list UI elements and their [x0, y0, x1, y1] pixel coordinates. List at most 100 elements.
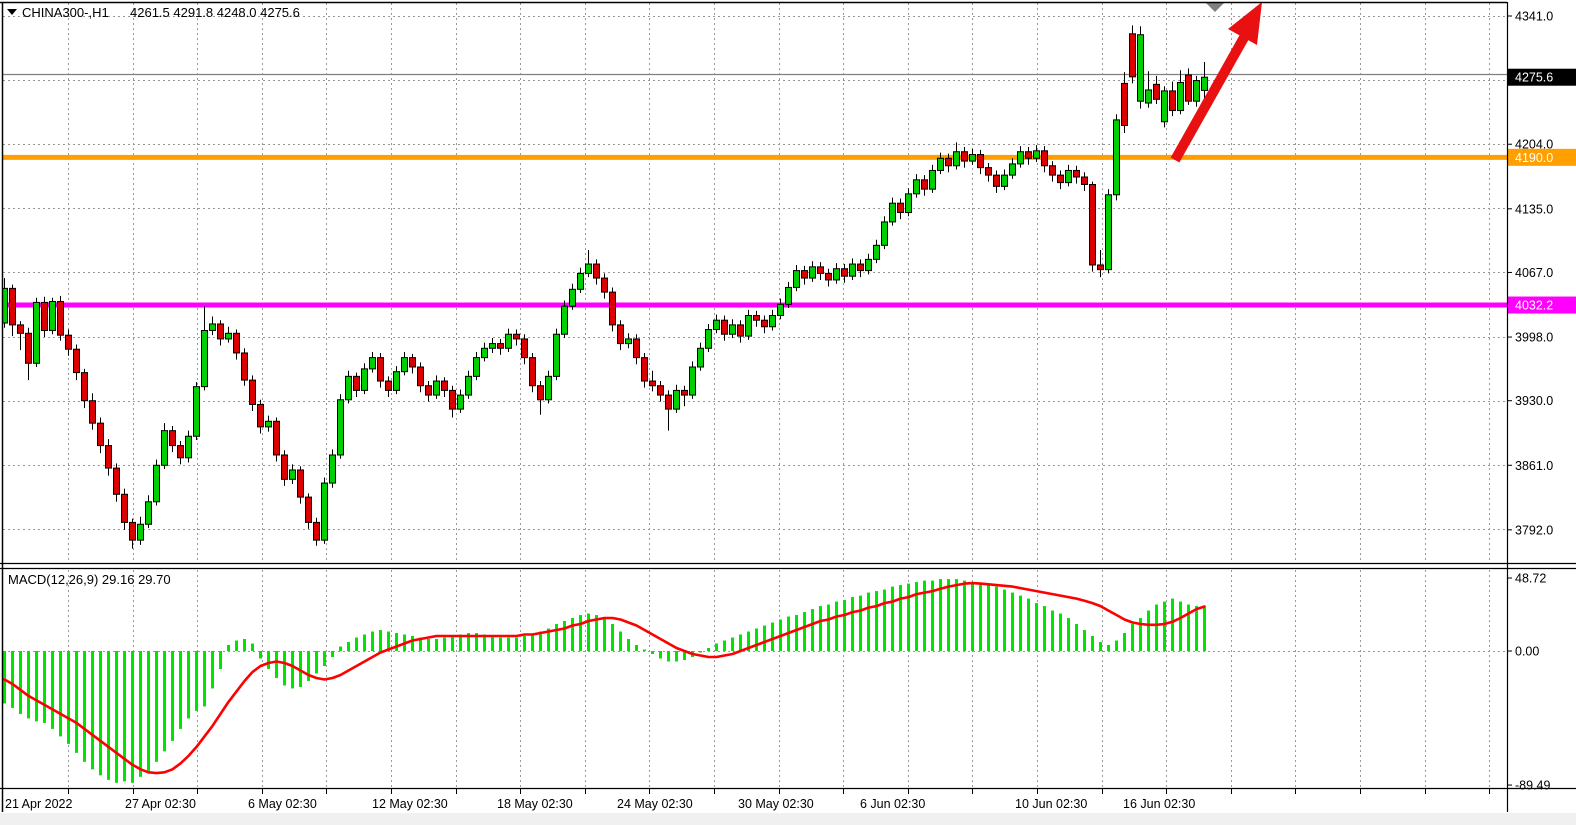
candle-body [898, 203, 904, 212]
macd-axis-label[interactable]: 0.00 [1515, 645, 1539, 659]
candle-body [514, 334, 520, 339]
candle-body [146, 502, 152, 524]
candle-body [1018, 152, 1024, 164]
trading-chart-window: 4341.04204.04135.04067.03998.03930.03861… [0, 0, 1576, 825]
macd-histogram-bar [1003, 590, 1006, 651]
candle-body [1202, 77, 1208, 90]
time-axis-label[interactable]: 24 May 02:30 [617, 797, 693, 811]
candle-body [746, 316, 752, 337]
candle-body [610, 292, 616, 325]
price-axis-label[interactable]: 4341.0 [1515, 10, 1553, 24]
price-axis-label[interactable]: 3998.0 [1515, 331, 1553, 345]
macd-histogram-bar [803, 612, 806, 651]
macd-histogram-bar [499, 638, 502, 651]
macd-histogram-bar [755, 629, 758, 651]
macd-histogram-bar [43, 651, 46, 723]
time-axis-label[interactable]: 18 May 02:30 [497, 797, 573, 811]
macd-histogram-bar [979, 584, 982, 651]
time-axis-label[interactable]: 21 Apr 2022 [5, 797, 72, 811]
macd-histogram-bar [675, 651, 678, 661]
candle-body [138, 524, 144, 540]
macd-histogram-bar [643, 650, 646, 651]
price-axis-label[interactable]: 3930.0 [1515, 394, 1553, 408]
macd-axis-label[interactable]: 48.72 [1515, 572, 1546, 586]
macd-histogram-bar [355, 638, 358, 651]
macd-histogram-bar [363, 635, 366, 651]
price-axis-label[interactable]: 4067.0 [1515, 266, 1553, 280]
time-axis-label[interactable]: 12 May 02:30 [372, 797, 448, 811]
macd-histogram-bar [3, 651, 6, 703]
macd-histogram-bar [603, 618, 606, 651]
candle-body [234, 333, 240, 353]
time-axis-label[interactable]: 16 Jun 02:30 [1123, 797, 1195, 811]
candle-body [130, 522, 136, 540]
macd-histogram-bar [899, 585, 902, 651]
candle-body [1138, 35, 1144, 101]
macd-histogram-bar [451, 636, 454, 651]
macd-histogram-bar [987, 585, 990, 651]
macd-histogram-bar [187, 651, 190, 718]
macd-histogram-bar [179, 651, 182, 729]
macd-histogram-bar [1131, 624, 1134, 651]
time-axis-label[interactable]: 30 May 02:30 [738, 797, 814, 811]
macd-histogram-bar [339, 647, 342, 651]
time-axis-label[interactable]: 6 Jun 02:30 [860, 797, 925, 811]
candle-body [1058, 175, 1064, 182]
macd-histogram-bar [1059, 614, 1062, 651]
macd-histogram-bar [555, 624, 558, 651]
time-axis-label[interactable]: 10 Jun 02:30 [1015, 797, 1087, 811]
macd-histogram-bar [291, 651, 294, 688]
candle-body [90, 401, 96, 423]
candle-body [1178, 82, 1184, 110]
candle-body [682, 390, 688, 395]
candle-body [58, 301, 64, 335]
macd-histogram-bar [1123, 633, 1126, 651]
macd-histogram-bar [267, 651, 270, 669]
candle-body [1106, 195, 1112, 270]
candle-body [794, 271, 800, 288]
candle-body [1034, 151, 1040, 158]
candle-body [522, 339, 528, 358]
time-axis-label[interactable]: 6 May 02:30 [248, 797, 317, 811]
macd-histogram-bar [707, 648, 710, 651]
price-axis-label[interactable]: 3792.0 [1515, 523, 1553, 537]
macd-histogram-bar [579, 615, 582, 651]
candle-body [178, 446, 184, 458]
macd-histogram-bar [1171, 599, 1174, 651]
macd-histogram-bar [83, 651, 86, 762]
macd-histogram-bar [251, 644, 254, 651]
candle-body [34, 302, 40, 363]
candle-body [650, 381, 656, 386]
candle-body [442, 381, 448, 390]
macd-histogram-bar [1019, 596, 1022, 651]
macd-indicator-label: MACD(12,26,9) 29.16 29.70 [8, 572, 171, 587]
macd-histogram-bar [35, 651, 38, 721]
macd-histogram-bar [843, 600, 846, 651]
macd-histogram-bar [203, 651, 206, 706]
price-axis-label[interactable]: 3861.0 [1515, 459, 1553, 473]
candle-body [194, 387, 200, 437]
candle-body [602, 278, 608, 292]
candle-body [418, 367, 424, 386]
macd-axis-label[interactable]: -89.49 [1515, 779, 1550, 793]
macd-histogram-bar [635, 645, 638, 651]
resistance-price-tag-label: 4190.0 [1515, 151, 1553, 165]
macd-histogram-bar [1195, 606, 1198, 651]
macd-histogram-bar [883, 590, 886, 651]
candle-body [1122, 83, 1128, 125]
candle-body [634, 339, 640, 358]
chart-title-symbol: CHINA300-,H1 [22, 5, 109, 20]
bottom-scrollbar-strip[interactable] [0, 813, 1576, 825]
chart-canvas[interactable]: 4341.04204.04135.04067.03998.03930.03861… [0, 0, 1576, 825]
candle-body [882, 222, 888, 245]
macd-histogram-bar [859, 596, 862, 651]
candle-body [594, 264, 600, 278]
macd-histogram-bar [75, 651, 78, 753]
price-axis-label[interactable]: 4135.0 [1515, 202, 1553, 216]
macd-histogram-bar [587, 614, 590, 651]
candle-body [74, 349, 80, 372]
candle-body [946, 158, 952, 165]
time-axis-label[interactable]: 27 Apr 02:30 [125, 797, 196, 811]
macd-histogram-bar [395, 633, 398, 651]
candle-body [290, 470, 296, 479]
